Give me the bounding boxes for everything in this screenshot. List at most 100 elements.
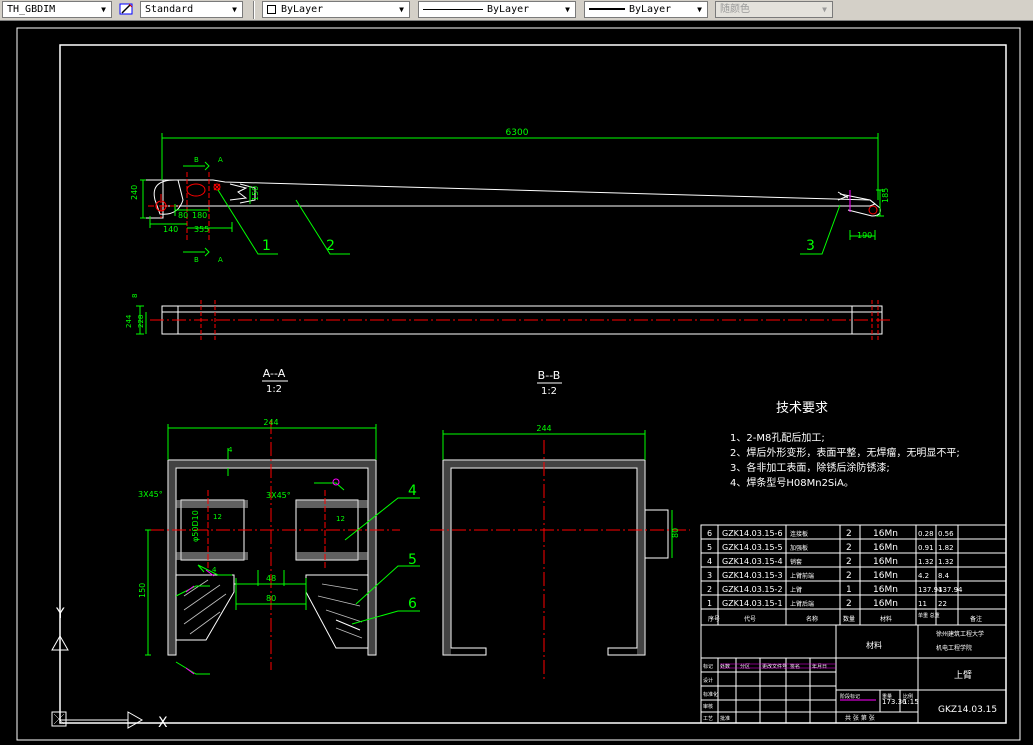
bom-cell-unit: 0.91 bbox=[918, 544, 934, 552]
tech-req-1: 1、2-M8孔配后加工; bbox=[730, 432, 825, 444]
bom-cell-mat: 16Mn bbox=[873, 571, 898, 581]
dim-190: 190 bbox=[857, 231, 872, 240]
section-mark-a-bottom: A bbox=[218, 256, 223, 264]
section-aa-scale: 1:2 bbox=[266, 384, 282, 395]
bom-header-weight: 单重 总重 bbox=[918, 612, 940, 619]
tech-req-3: 3、各非加工表面，除锈后涂防锈漆; bbox=[730, 461, 890, 474]
linetype-dropdown[interactable]: ByLayer ▼ bbox=[418, 1, 576, 18]
dim-aa-80: 80 bbox=[266, 594, 276, 603]
chevron-down-icon: ▼ bbox=[101, 5, 106, 14]
section-bb-title: B--B bbox=[538, 369, 561, 382]
text-style-icon[interactable] bbox=[118, 1, 136, 18]
bom-cell-name: 上臂前端 bbox=[790, 572, 814, 580]
dim-bb-80: 80 bbox=[671, 528, 680, 538]
title-block-label: 工艺 bbox=[703, 716, 713, 722]
title-block-label: 阶段标记 bbox=[840, 693, 860, 700]
dim-140: 140 bbox=[163, 225, 178, 234]
title-block-label: 比例 bbox=[903, 693, 913, 700]
bom-cell-seq: 5 bbox=[707, 543, 712, 552]
dimension-style-dropdown[interactable]: TH_GBDIM ▼ bbox=[2, 1, 112, 18]
bom-cell-code: GZK14.03.15-5 bbox=[722, 543, 783, 552]
bom-header-qty: 数量 bbox=[843, 615, 855, 623]
bom-cell-code: GZK14.03.15-1 bbox=[722, 599, 783, 608]
chevron-down-icon: ▼ bbox=[232, 5, 237, 14]
bom-cell-name: 销套 bbox=[790, 558, 802, 566]
balloon-4: 4 bbox=[408, 483, 417, 499]
title-block-label: 标记 bbox=[703, 663, 713, 670]
bom-cell-unit: 11 bbox=[918, 600, 927, 608]
bom-rows: 6 GZK14.03.15-6 连接板 2 16Mn 0.28 0.56 5 GZK14.03.… bbox=[707, 529, 963, 609]
bom-cell-qty: 2 bbox=[846, 529, 852, 539]
bom-cell-seq: 2 bbox=[707, 585, 712, 594]
bom-cell-seq: 6 bbox=[707, 529, 712, 538]
chevron-down-icon: ▼ bbox=[822, 5, 827, 14]
lineweight-sample bbox=[589, 8, 625, 10]
dim-plan-244: 244 bbox=[125, 314, 133, 328]
lineweight-value: ByLayer bbox=[629, 4, 672, 15]
bom-cell-mat: 16Mn bbox=[873, 529, 898, 539]
dim-height-240: 240 bbox=[130, 185, 139, 200]
balloon-2: 2 bbox=[326, 238, 335, 254]
bom-cell-name: 加强板 bbox=[790, 544, 808, 552]
bom-cell-code: GZK14.03.15-6 bbox=[722, 529, 783, 538]
text-style-dropdown[interactable]: Standard ▼ bbox=[140, 1, 243, 18]
color-value: ByLayer bbox=[281, 4, 324, 15]
section-mark-a-top: A bbox=[218, 156, 223, 164]
bom-cell-qty: 2 bbox=[846, 571, 852, 581]
bom-header-mat: 材料 bbox=[880, 615, 892, 623]
color-dropdown[interactable]: ByLayer ▼ bbox=[262, 1, 410, 18]
bom-cell-code: GZK14.03.15-4 bbox=[722, 557, 783, 566]
tech-req-4: 4、焊条型号H08Mn2SiA。 bbox=[730, 476, 854, 489]
chevron-down-icon: ▼ bbox=[399, 5, 404, 14]
bom-cell-qty: 1 bbox=[846, 585, 852, 595]
dim-aa-150: 150 bbox=[138, 583, 147, 598]
title-block-label: 设计 bbox=[703, 677, 713, 684]
section-mark-b-bottom: B bbox=[194, 256, 199, 264]
linetype-value: ByLayer bbox=[487, 4, 530, 15]
title-drawing-number: GKZ14.03.15 bbox=[938, 705, 997, 715]
dim-80: 80 bbox=[178, 211, 188, 220]
bom-cell-name: 连接板 bbox=[790, 530, 808, 538]
balloon-3: 3 bbox=[806, 238, 815, 254]
properties-toolbar: TH_GBDIM ▼ Standard ▼ ByLayer ▼ ByLayer … bbox=[0, 0, 1033, 21]
color-swatch bbox=[267, 5, 276, 14]
ucs-x-label: X bbox=[158, 715, 168, 731]
bom-cell-total: 22 bbox=[938, 600, 947, 608]
drawing-svg: 6300 240 80 180 140 355 150 185 190 B A … bbox=[16, 27, 1021, 741]
bom-header-note: 备注 bbox=[970, 615, 982, 623]
bom-cell-qty: 2 bbox=[846, 543, 852, 553]
lineweight-dropdown[interactable]: ByLayer ▼ bbox=[584, 1, 708, 18]
bom-cell-total: 1.82 bbox=[938, 544, 954, 552]
dim-aa-48: 48 bbox=[266, 574, 276, 583]
dim-aa-bore: φ50D10 bbox=[191, 510, 200, 542]
title-block-label: 标准化 bbox=[703, 691, 718, 698]
tech-requirements-title: 技术要求 bbox=[776, 401, 828, 416]
bom-cell-code: GZK14.03.15-2 bbox=[722, 585, 783, 594]
elevation-view bbox=[143, 172, 881, 240]
bom-header-seq: 序号 bbox=[708, 615, 720, 623]
balloon-5: 5 bbox=[408, 552, 417, 568]
bom-cell-total: 8.4 bbox=[938, 572, 950, 580]
plot-style-dropdown: 随颜色 ▼ bbox=[715, 1, 833, 18]
tech-req-2: 2、焊后外形变形，表面平整，无焊瘤，无明显不平; bbox=[730, 446, 960, 459]
title-dept: 机电工程学院 bbox=[936, 644, 972, 652]
bom-cell-seq: 4 bbox=[707, 557, 712, 566]
dim-overall-length: 6300 bbox=[506, 128, 529, 138]
section-aa-dimensions bbox=[145, 424, 377, 656]
ucs-y-label: Y bbox=[55, 606, 65, 622]
section-aa-drawing bbox=[150, 420, 400, 670]
title-block-label: 重量 bbox=[882, 693, 892, 700]
dim-180: 180 bbox=[192, 211, 207, 220]
title-material: 材料 bbox=[866, 640, 882, 650]
dim-355: 355 bbox=[194, 225, 209, 234]
weld-symbols bbox=[175, 482, 345, 675]
bom-cell-qty: 2 bbox=[846, 599, 852, 609]
bom-cell-mat: 16Mn bbox=[873, 557, 898, 567]
section-aa-title: A--A bbox=[263, 367, 286, 380]
dim-bb-244: 244 bbox=[536, 424, 551, 433]
drawing-canvas[interactable]: 6300 240 80 180 140 355 150 185 190 B A … bbox=[0, 21, 1033, 745]
title-block-label: 批准 bbox=[720, 715, 730, 722]
bom-cell-seq: 3 bbox=[707, 571, 712, 580]
dim-aa-4: 4 bbox=[228, 446, 233, 454]
dim-185: 185 bbox=[881, 188, 890, 203]
